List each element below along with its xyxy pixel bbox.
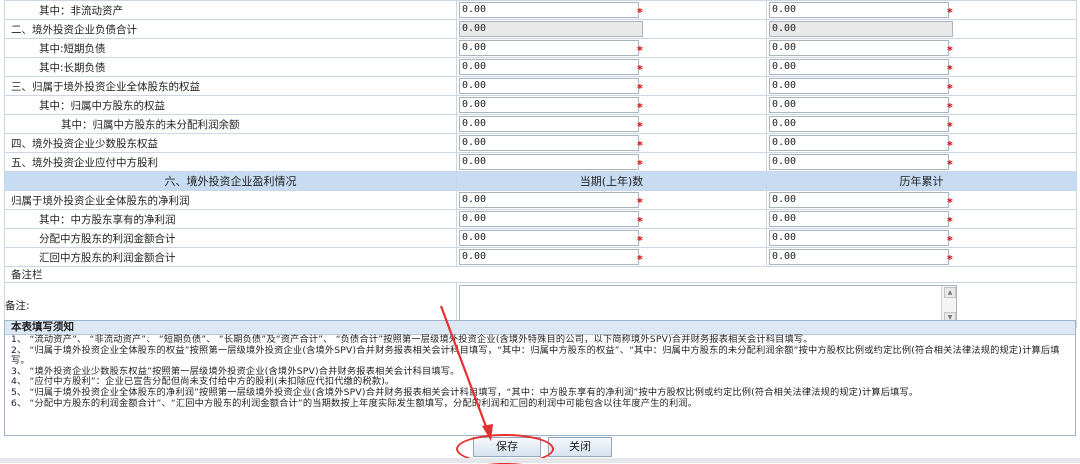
required-mark: * (947, 82, 953, 95)
form-row: 其中:长期负债 0.00 * 0.00 * (4, 57, 1077, 77)
current-value-readonly: 0.00 (459, 21, 643, 37)
history-value-input[interactable]: 0.00 (769, 116, 949, 132)
current-value-input[interactable]: 0.00 (459, 249, 639, 265)
required-mark: * (947, 120, 953, 133)
current-value-input[interactable]: 0.00 (459, 78, 639, 94)
required-mark: * (947, 234, 953, 247)
required-mark: * (947, 158, 953, 171)
column-header-current: 当期(上年)数 (456, 171, 767, 191)
instruction-line: 2、 “归属于境外投资企业全体股东的权益”按照第一层级境外投资企业(含境外SPV… (11, 344, 1060, 367)
form-row: 四、境外投资企业少数股东权益 0.00 * 0.00 * (4, 133, 1077, 153)
textarea-scrollbar[interactable]: ▲ ▼ (941, 286, 956, 324)
form-row: 汇回中方股东的利润金额合计 0.00 * 0.00 * (4, 247, 1077, 267)
form-row: 分配中方股东的利润金额合计 0.00 * 0.00 * (4, 228, 1077, 248)
row-label: 二、境外投资企业负债合计 (4, 19, 457, 39)
row-label: 三、归属于境外投资企业全体股东的权益 (4, 76, 457, 96)
required-mark: * (947, 139, 953, 152)
profit-section-header: 六、境外投资企业盈利情况 当期(上年)数 历年累计 (4, 171, 1077, 191)
required-mark: * (947, 215, 953, 228)
required-mark: * (637, 139, 643, 152)
taskbar-strip (0, 458, 1080, 463)
current-value-input[interactable]: 0.00 (459, 40, 639, 56)
row-label: 分配中方股东的利润金额合计 (4, 228, 457, 248)
form-row: 其中：归属中方股东的权益 0.00 * 0.00 * (4, 95, 1077, 115)
form-row: 其中：非流动资产 0.00 * 0.00 * (4, 0, 1077, 20)
form-row: 五、境外投资企业应付中方股利 0.00 * 0.00 * (4, 152, 1077, 172)
required-mark: * (947, 6, 953, 19)
current-value-input[interactable]: 0.00 (459, 59, 639, 75)
form-row: 三、归属于境外投资企业全体股东的权益 0.00 * 0.00 * (4, 76, 1077, 96)
history-value-readonly: 0.00 (769, 21, 953, 37)
row-label: 四、境外投资企业少数股东权益 (4, 133, 457, 153)
row-label: 其中：归属中方股东的权益 (4, 95, 457, 115)
current-value-input[interactable]: 0.00 (459, 97, 639, 113)
history-value-input[interactable]: 0.00 (769, 154, 949, 170)
history-value-input[interactable]: 0.00 (769, 249, 949, 265)
row-label: 其中:短期负债 (4, 38, 457, 58)
instruction-line: 5、 “归属于境外投资企业全体股东的净利润”按照第一层级境外投资企业(含境外SP… (11, 386, 919, 398)
required-mark: * (637, 6, 643, 19)
required-mark: * (637, 101, 643, 114)
close-button[interactable]: 关闭 (548, 437, 612, 457)
column-header-history: 历年累计 (766, 171, 1077, 191)
remarks-textarea[interactable]: ▲ ▼ (459, 285, 957, 325)
history-value-input[interactable]: 0.00 (769, 2, 949, 18)
required-mark: * (947, 63, 953, 76)
row-label: 其中：非流动资产 (4, 0, 457, 20)
instruction-line: 6、 “分配中方股东的利润金额合计”、“汇回中方股东的利润金额合计”的当期数按上… (11, 397, 698, 409)
required-mark: * (637, 215, 643, 228)
row-label: 汇回中方股东的利润金额合计 (4, 247, 457, 267)
history-value-input[interactable]: 0.00 (769, 135, 949, 151)
history-value-input[interactable]: 0.00 (769, 59, 949, 75)
history-value-input[interactable]: 0.00 (769, 40, 949, 56)
current-value-input[interactable]: 0.00 (459, 135, 639, 151)
remarks-section-title: 备注栏 (4, 266, 1077, 283)
required-mark: * (947, 44, 953, 57)
form-row: 归属于境外投资企业全体股东的净利润 0.00 * 0.00 * (4, 190, 1077, 210)
row-label: 其中:长期负债 (4, 57, 457, 77)
form-row: 其中：归属中方股东的未分配利润余额 0.00 * 0.00 * (4, 114, 1077, 134)
history-value-input[interactable]: 0.00 (769, 192, 949, 208)
current-value-input[interactable]: 0.00 (459, 211, 639, 227)
form-row: 其中:短期负债 0.00 * 0.00 * (4, 38, 1077, 58)
history-value-input[interactable]: 0.00 (769, 211, 949, 227)
section-title: 六、境外投资企业盈利情况 (4, 171, 457, 191)
current-value-input[interactable]: 0.00 (459, 192, 639, 208)
history-value-input[interactable]: 0.00 (769, 78, 949, 94)
form-row: 二、境外投资企业负债合计 0.00 0.00 (4, 19, 1077, 39)
current-value-input[interactable]: 0.00 (459, 116, 639, 132)
history-value-input[interactable]: 0.00 (769, 97, 949, 113)
required-mark: * (637, 196, 643, 209)
required-mark: * (947, 253, 953, 266)
history-value-input[interactable]: 0.00 (769, 230, 949, 246)
required-mark: * (947, 196, 953, 209)
remarks-section: 备注栏 (4, 266, 1077, 283)
row-label: 归属于境外投资企业全体股东的净利润 (4, 190, 457, 210)
required-mark: * (637, 120, 643, 133)
form-row: 其中：中方股东享有的净利润 0.00 * 0.00 * (4, 209, 1077, 229)
required-mark: * (637, 82, 643, 95)
instructions-panel: 本表填写须知 1、 “流动资产”、 “非流动资产”、 “短期负债”、 “长期负债… (4, 320, 1076, 436)
required-mark: * (637, 63, 643, 76)
row-label: 其中：归属中方股东的未分配利润余额 (4, 114, 457, 134)
row-label: 其中：中方股东享有的净利润 (4, 209, 457, 229)
required-mark: * (637, 253, 643, 266)
row-label: 五、境外投资企业应付中方股利 (4, 152, 457, 172)
instructions-title: 本表填写须知 (5, 321, 1075, 335)
current-value-input[interactable]: 0.00 (459, 154, 639, 170)
required-mark: * (637, 44, 643, 57)
instruction-line: 1、 “流动资产”、 “非流动资产”、 “短期负债”、 “长期负债”及“资产合计… (11, 334, 813, 345)
required-mark: * (947, 101, 953, 114)
required-mark: * (637, 158, 643, 171)
scroll-up-icon[interactable]: ▲ (944, 287, 956, 298)
financial-form-table: 其中：非流动资产 0.00 * 0.00 * 二、境外投资企业负债合计 0.00 0… (4, 0, 1077, 328)
required-mark: * (637, 234, 643, 247)
current-value-input[interactable]: 0.00 (459, 230, 639, 246)
current-value-input[interactable]: 0.00 (459, 2, 639, 18)
